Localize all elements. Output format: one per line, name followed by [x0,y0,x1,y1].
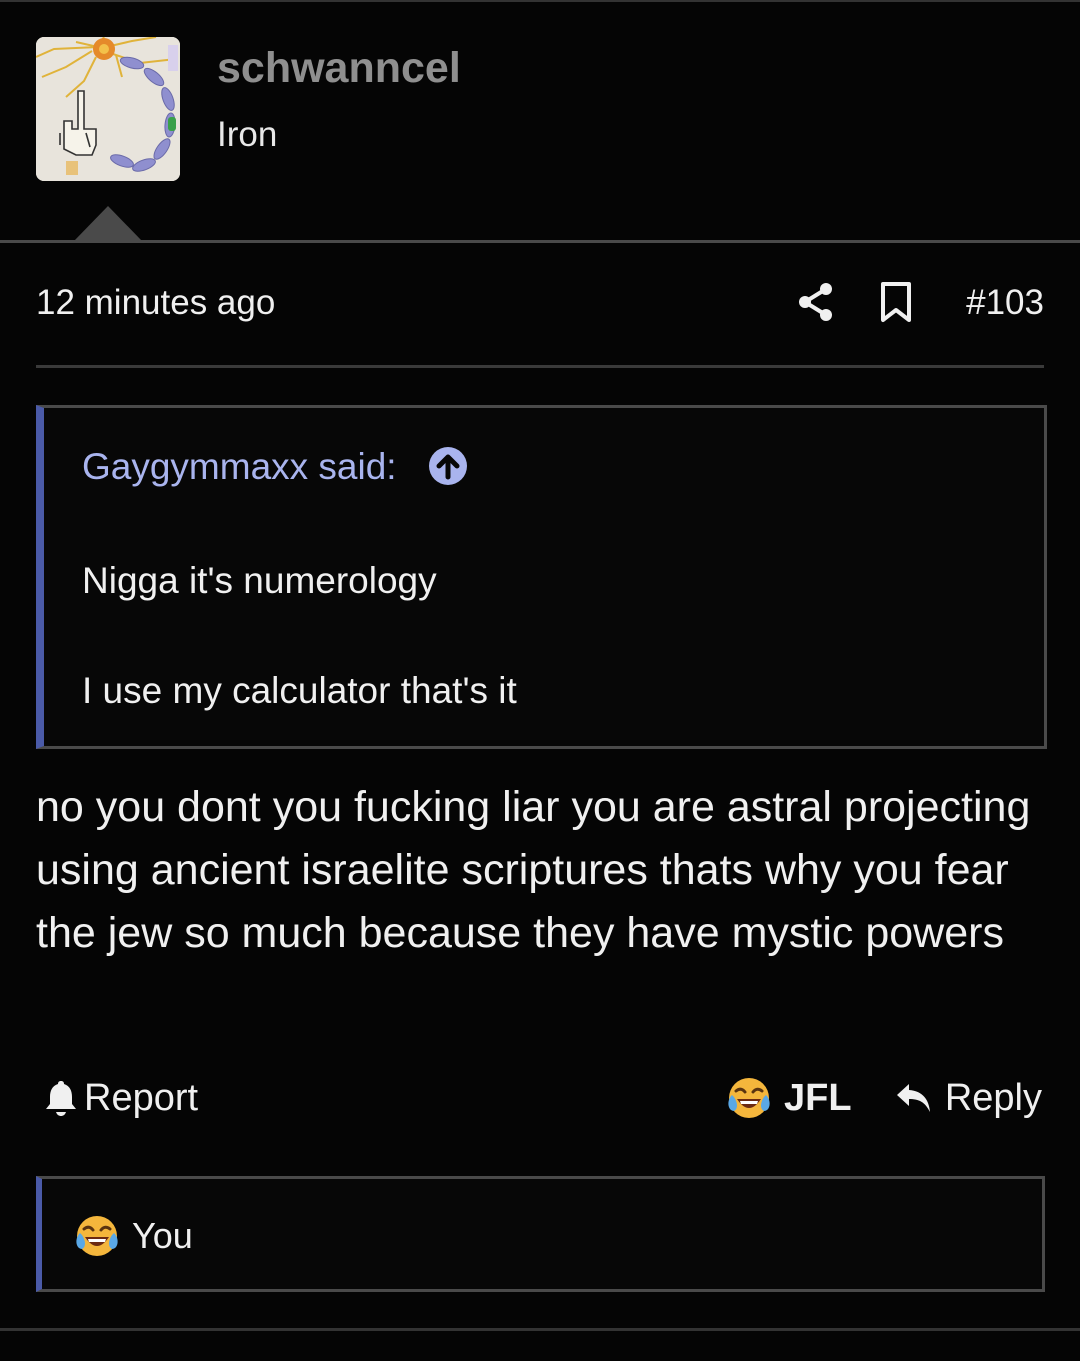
reply-arrow-icon [896,1084,930,1112]
meta-divider [36,365,1044,368]
reply-button[interactable]: Reply [895,1070,1042,1126]
arrow-up-circle-icon [429,447,467,485]
laughing-crying-emoji-icon [728,1078,770,1118]
bottom-divider [0,1328,1080,1331]
bookmark-icon [881,282,911,322]
quote-text-line: I use my calculator that's it [82,670,517,711]
quote-jump-button[interactable] [428,446,468,486]
post-user-header: schwanncel Iron [0,0,1080,243]
bell-icon [46,1081,76,1116]
share-button[interactable] [796,281,836,323]
header-pointer [74,206,142,241]
jfl-reaction-button[interactable]: JFL [726,1070,852,1126]
quote-text-line: Nigga it's numerology [82,560,437,601]
avatar[interactable] [36,37,180,181]
post-number-link[interactable]: #103 [966,283,1044,323]
post-meta-row: 12 minutes ago #103 [36,275,1044,333]
laughing-crying-emoji-icon [76,1216,118,1256]
reactions-summary: You [74,1213,193,1259]
jfl-label: JFL [784,1076,852,1119]
username[interactable]: schwanncel [217,44,461,93]
avatar-image [36,37,180,181]
reply-label: Reply [944,1076,1042,1119]
report-label: Report [84,1076,199,1119]
post-timestamp[interactable]: 12 minutes ago [36,283,275,323]
header-divider [0,240,1080,243]
post-body: no you dont you fucking liar you are ast… [36,783,1031,957]
user-title: Iron [217,115,278,154]
reactions-summary-label: You [132,1215,193,1256]
post-actions: Report JFL Reply [36,1070,1044,1130]
report-button[interactable]: Report [44,1070,198,1126]
quote-author-link[interactable]: Gaygymmaxx said: [82,446,397,488]
bookmark-button[interactable] [878,281,914,323]
share-icon [799,283,832,321]
reactions-bar[interactable]: You [36,1176,1045,1292]
quote-block: Gaygymmaxx said: Nigga it's numerology I… [36,405,1047,749]
